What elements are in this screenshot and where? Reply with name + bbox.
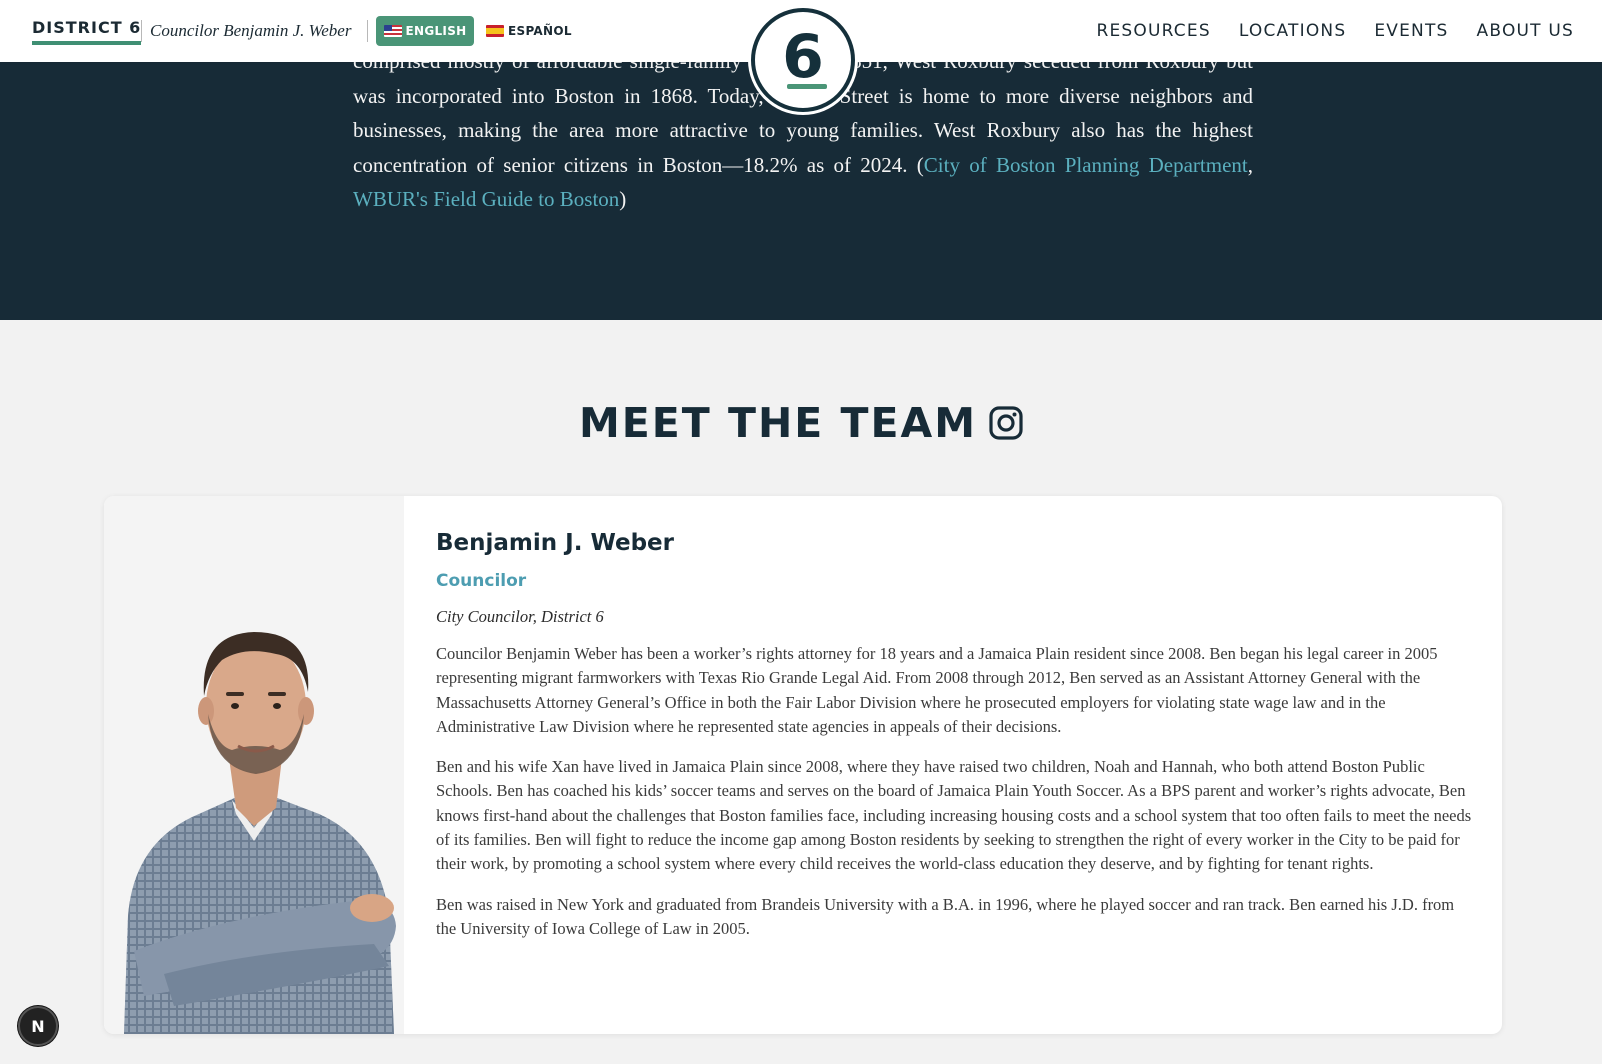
district-logo-badge[interactable]: 6 bbox=[751, 8, 855, 112]
language-spanish-button[interactable]: ESPAÑOL bbox=[486, 16, 572, 46]
planning-department-link[interactable]: City of Boston Planning Department bbox=[924, 153, 1248, 177]
logo-digit: 6 bbox=[782, 22, 824, 92]
language-english-button[interactable]: ENGLISH bbox=[376, 16, 474, 46]
team-title: MEET THE TEAM bbox=[578, 399, 978, 447]
main-nav: RESOURCES LOCATIONS EVENTS ABOUT US bbox=[1096, 20, 1574, 42]
bio-paragraph-1: Councilor Benjamin Weber has been a work… bbox=[436, 644, 1438, 736]
logo-underline bbox=[787, 84, 827, 89]
nav-divider bbox=[141, 20, 142, 42]
district-brand-link[interactable]: DISTRICT 6 bbox=[32, 18, 142, 45]
nav-locations[interactable]: LOCATIONS bbox=[1239, 20, 1347, 42]
nextjs-dev-badge[interactable]: N bbox=[18, 1006, 58, 1046]
wbur-guide-link[interactable]: WBUR's Field Guide to Boston bbox=[353, 187, 619, 211]
member-name: Benjamin J. Weber bbox=[436, 530, 674, 556]
nav-events[interactable]: EVENTS bbox=[1374, 20, 1448, 42]
nav-divider bbox=[367, 20, 368, 42]
english-label: ENGLISH bbox=[405, 24, 467, 38]
spain-flag-icon bbox=[486, 25, 504, 37]
member-subtitle: City Councilor, District 6 bbox=[436, 607, 604, 626]
us-flag-icon bbox=[383, 25, 402, 37]
member-photo bbox=[104, 496, 404, 1034]
bio-paragraph-3: Ben was raised in New York and graduated… bbox=[436, 894, 1455, 938]
team-member-card: Benjamin J. Weber Councilor City Council… bbox=[104, 496, 1502, 1034]
nav-about-us[interactable]: ABOUT US bbox=[1477, 20, 1574, 42]
team-heading: MEET THE TEAM bbox=[0, 398, 1602, 448]
link-separator: , bbox=[1247, 152, 1253, 177]
nav-resources[interactable]: RESOURCES bbox=[1096, 20, 1210, 42]
member-role: Councilor bbox=[436, 571, 527, 591]
history-close-paren: ) bbox=[619, 187, 627, 211]
instagram-icon[interactable] bbox=[989, 406, 1023, 440]
spanish-label: ESPAÑOL bbox=[508, 24, 572, 38]
member-details: Benjamin J. Weber Councilor City Council… bbox=[436, 528, 1476, 941]
councilor-name: Councilor Benjamin J. Weber bbox=[150, 21, 352, 40]
bio-paragraph-2: Ben and his wife Xan have lived in Jamai… bbox=[436, 757, 1472, 874]
